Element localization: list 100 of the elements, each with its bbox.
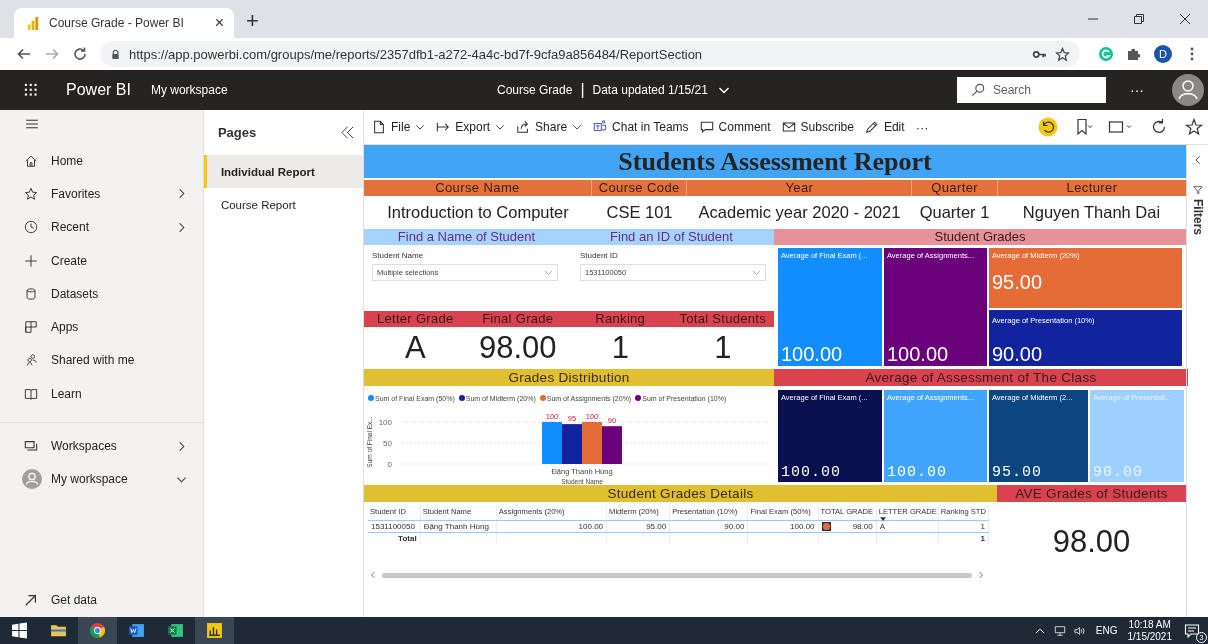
card-heading: Final Grade [481, 311, 555, 327]
y-tick-label: 0 [387, 460, 392, 469]
card-heading: Letter Grade [375, 311, 455, 327]
more-button[interactable]: ··· [915, 119, 929, 135]
more-button[interactable]: ··· [1130, 82, 1144, 98]
tile-value: 100.00 [886, 344, 950, 366]
share-icon [516, 120, 531, 134]
bar-chart-logo-icon [26, 15, 41, 31]
section-heading: AVE Grades of Students [997, 485, 1186, 502]
toolbar-button[interactable]: Comment [699, 120, 771, 134]
reset-icon[interactable] [1038, 117, 1058, 137]
card-heading: Total Students [678, 311, 768, 327]
card-heading: Ranking [594, 311, 647, 327]
avatar-icon[interactable] [1172, 74, 1204, 106]
nav-item[interactable]: Learn [0, 377, 203, 411]
clock-time[interactable]: 10:18 AM [1128, 618, 1171, 631]
y-tick-label: 100 [378, 418, 392, 427]
app-name[interactable]: Power BI [66, 81, 131, 99]
table-cell: 95.00 [646, 522, 667, 531]
browser-tab[interactable]: Course Grade - Power BI × [14, 8, 234, 38]
plus-icon [24, 253, 38, 268]
toolbar-button[interactable]: Share [516, 120, 583, 134]
column-heading: Quarter [912, 180, 998, 196]
hamburger-menu-icon[interactable] [25, 119, 39, 129]
nav-item[interactable]: Shared with me [0, 343, 203, 378]
address-field[interactable]: https://app.powerbi.com/groups/me/reports/2357dfb1-a272-4a4c-bd7f-9cfa9a856484/ReportSection [100, 41, 1080, 67]
new-tab-button[interactable]: + [246, 9, 259, 33]
star-icon[interactable] [1055, 46, 1070, 62]
slicer-label: Student ID [580, 251, 619, 260]
toolbar-button[interactable]: Edit [864, 120, 905, 134]
report-name: Course Grade [497, 83, 573, 97]
table-cell: 100.00 [790, 522, 815, 531]
mail-icon [781, 120, 796, 134]
separator: | [580, 81, 585, 99]
bar-chart-app-icon[interactable] [195, 617, 234, 644]
teams-icon [593, 120, 608, 134]
toolbar-button[interactable]: Chat in Teams [593, 120, 689, 134]
page-tab[interactable]: Individual Report [203, 155, 363, 188]
table-cell: A [879, 522, 885, 531]
close-icon[interactable] [1179, 13, 1191, 25]
tile-value: 90.00 [1092, 464, 1144, 482]
nav-item[interactable]: Datasets [0, 277, 203, 311]
section-heading: Student Grades [774, 229, 1186, 245]
avatar-icon [22, 469, 42, 490]
toolbar-button[interactable]: Subscribe [781, 120, 854, 134]
nav-item[interactable]: Home [0, 144, 203, 178]
toolbar-button[interactable]: File [372, 120, 426, 134]
nav-item[interactable]: Create [0, 243, 203, 278]
star-icon [24, 186, 38, 201]
table-cell: 100.00 [578, 522, 604, 531]
clock-date[interactable]: 1/15/2021 [1127, 630, 1172, 643]
search-field[interactable]: Search [957, 77, 1106, 103]
puzzle-icon[interactable] [1126, 46, 1142, 62]
get-data-link[interactable]: Get data [0, 583, 203, 617]
tab-close-button[interactable]: × [214, 14, 224, 32]
reload-icon[interactable] [72, 46, 88, 62]
slicer-label: Student Name [372, 251, 425, 260]
language-indicator[interactable]: ENG [1095, 625, 1118, 636]
star-icon[interactable] [1184, 117, 1204, 137]
browser-icon[interactable] [78, 617, 117, 644]
notification-icon[interactable] [1184, 622, 1200, 639]
monitor-icon [24, 439, 38, 453]
table-cell: 90.00 [724, 522, 745, 531]
nav-item[interactable]: My workspace [0, 462, 203, 496]
app-launcher-icon[interactable] [24, 83, 38, 97]
collapse-icon[interactable] [340, 125, 355, 140]
nav-item[interactable]: Favorites [0, 177, 203, 211]
clock-icon [24, 220, 38, 235]
course-info-value: Introduction to Computer [386, 203, 570, 222]
nav-item[interactable]: Workspaces [0, 429, 203, 463]
tile-value: 95.00 [991, 464, 1043, 482]
course-info-value: Quarter 1 [918, 203, 991, 222]
course-info-value: CSE 101 [605, 203, 674, 222]
report-title: Students Assessment Report [364, 145, 1186, 178]
chevron-down-icon [752, 268, 761, 277]
back-icon[interactable] [16, 46, 32, 62]
restore-icon[interactable] [1133, 13, 1145, 25]
card-value: 1 [713, 330, 733, 366]
tile-value: 90.00 [991, 344, 1044, 366]
column-heading: Course Name [364, 180, 592, 196]
lock-icon [110, 48, 121, 60]
nav-item[interactable]: Apps [0, 310, 203, 344]
nav-item[interactable]: Recent [0, 210, 203, 244]
speaker-icon[interactable] [1073, 624, 1086, 637]
profile-avatar[interactable]: D [1154, 45, 1172, 63]
section-heading: Average of Assessment of The Class [774, 369, 1188, 386]
pages-title: Pages [217, 125, 257, 140]
toolbar-button[interactable]: Export [436, 120, 506, 134]
slicer-heading: Find a Name of Student [396, 229, 537, 245]
chevron-left-icon[interactable] [1192, 155, 1203, 165]
page-tab[interactable]: Course Report [203, 188, 363, 221]
y-tick-label: 50 [383, 439, 392, 448]
column-heading: Course Code [591, 180, 688, 196]
grid-icon [24, 320, 38, 335]
status-dot-icon [821, 522, 831, 531]
workspace-link[interactable]: My workspace [150, 83, 228, 97]
filters-pane-label[interactable]: Filters [1190, 199, 1205, 235]
tab-title: Course Grade - Power BI [49, 16, 185, 30]
tile-value: 100.00 [780, 344, 844, 366]
network-icon[interactable] [1053, 624, 1066, 637]
